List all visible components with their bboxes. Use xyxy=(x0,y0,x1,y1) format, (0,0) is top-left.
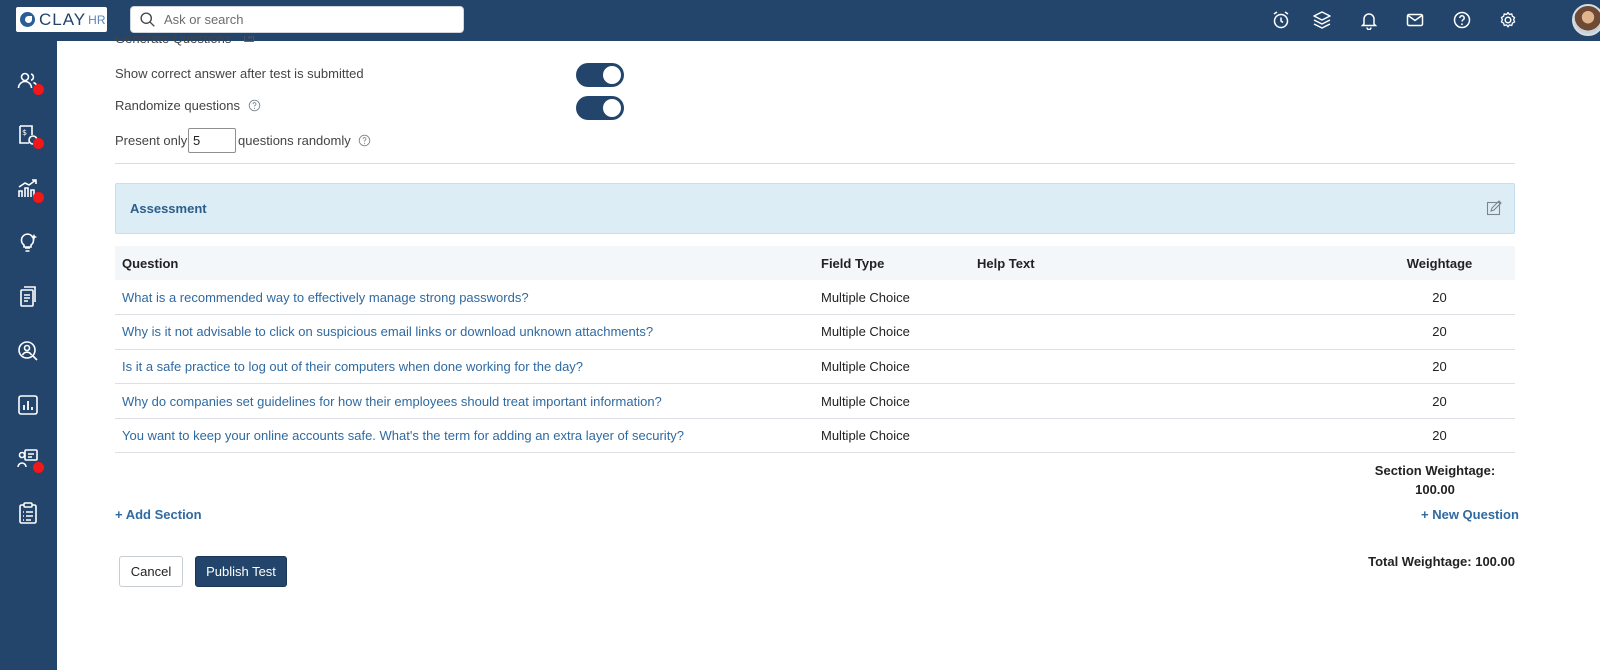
clayhr-logo[interactable]: CLAY HR xyxy=(16,7,107,32)
svg-text:$: $ xyxy=(22,128,27,137)
bell-icon[interactable] xyxy=(1357,8,1381,32)
questions-table: Question Field Type Help Text Weightage … xyxy=(115,246,1515,454)
logo-mark-icon xyxy=(20,12,35,27)
logo-text: CLAY xyxy=(39,9,87,29)
weightage-cell: 20 xyxy=(1364,418,1515,454)
top-bar: CLAY HR xyxy=(0,0,1600,41)
edit-icon[interactable] xyxy=(1486,200,1502,216)
show-correct-answer-toggle[interactable] xyxy=(576,63,624,87)
help-text-cell xyxy=(970,383,1364,419)
section-weightage-label: Section Weightage: xyxy=(1374,463,1496,478)
clipboard-icon xyxy=(19,502,37,524)
help-circle-icon[interactable] xyxy=(248,99,261,112)
gear-icon[interactable] xyxy=(1496,8,1520,32)
new-question-link[interactable]: + New Question xyxy=(1421,507,1519,522)
lightbulb-icon xyxy=(20,233,37,252)
table-row[interactable]: You want to keep your online accounts sa… xyxy=(115,418,1515,454)
notification-dot xyxy=(33,138,44,149)
show-correct-answer-label: Show correct answer after test is submit… xyxy=(115,66,364,81)
weightage-cell: 20 xyxy=(1364,280,1515,316)
question-cell[interactable]: Why do companies set guidelines for how … xyxy=(115,383,814,419)
column-header-weightage: Weightage xyxy=(1364,246,1515,280)
question-cell[interactable]: What is a recommended way to effectively… xyxy=(115,280,814,316)
weightage-cell: 20 xyxy=(1364,349,1515,385)
help-text-cell xyxy=(970,349,1364,385)
sidebar-item-ideas[interactable] xyxy=(16,231,40,255)
publish-test-button[interactable]: Publish Test xyxy=(195,556,287,587)
user-search-icon xyxy=(18,341,38,361)
search-input[interactable] xyxy=(164,12,444,27)
question-cell[interactable]: You want to keep your online accounts sa… xyxy=(115,418,814,454)
alarm-clock-icon[interactable] xyxy=(1269,8,1293,32)
sidebar-item-tasks[interactable] xyxy=(16,501,40,525)
search-box[interactable] xyxy=(130,6,464,33)
help-text-cell xyxy=(970,314,1364,350)
help-circle-icon[interactable] xyxy=(1450,8,1474,32)
field-type-cell: Multiple Choice xyxy=(814,314,970,350)
randomize-toggle[interactable] xyxy=(576,96,624,120)
sidebar-item-recruiting[interactable] xyxy=(16,339,40,363)
help-text-cell xyxy=(970,280,1364,316)
section-header: Assessment xyxy=(115,183,1515,234)
divider xyxy=(115,163,1515,164)
section-weightage: Section Weightage: 100.00 xyxy=(1370,461,1500,499)
present-only-prefix: Present only xyxy=(115,133,188,148)
search-icon xyxy=(140,12,155,27)
weightage-cell: 20 xyxy=(1364,314,1515,350)
question-cell[interactable]: Why is it not advisable to click on susp… xyxy=(115,314,814,350)
sidebar-item-payroll[interactable]: $ xyxy=(16,123,44,149)
sidebar-item-reports[interactable] xyxy=(16,393,40,417)
sidebar-item-learning[interactable] xyxy=(16,447,44,473)
table-row[interactable]: Is it a safe practice to log out of thei… xyxy=(115,349,1515,385)
present-only-suffix-row: questions randomly xyxy=(238,133,371,148)
question-cell[interactable]: Is it a safe practice to log out of thei… xyxy=(115,349,814,385)
total-weightage: Total Weightage: 100.00 xyxy=(1368,554,1515,569)
sidebar: $ xyxy=(0,41,57,670)
column-header-question: Question xyxy=(115,246,814,280)
sidebar-item-documents[interactable] xyxy=(16,285,40,309)
field-type-cell: Multiple Choice xyxy=(814,280,970,316)
bar-chart-icon xyxy=(18,395,38,415)
present-only-suffix: questions randomly xyxy=(238,133,351,148)
sidebar-item-people[interactable] xyxy=(16,69,44,95)
generate-questions-row: Generate Questions xyxy=(115,36,256,49)
field-type-cell: Multiple Choice xyxy=(814,349,970,385)
column-header-field-type: Field Type xyxy=(814,246,970,280)
random-count-input[interactable] xyxy=(188,128,236,153)
notification-dot xyxy=(33,192,44,203)
column-header-help-text: Help Text xyxy=(970,246,1364,280)
cancel-button[interactable]: Cancel xyxy=(119,556,183,587)
layers-icon[interactable] xyxy=(1310,8,1334,32)
notification-dot xyxy=(33,84,44,95)
notification-dot xyxy=(33,462,44,473)
help-circle-icon[interactable] xyxy=(358,134,371,147)
table-row[interactable]: Why is it not advisable to click on susp… xyxy=(115,314,1515,350)
add-section-link[interactable]: + Add Section xyxy=(115,507,202,522)
avatar[interactable] xyxy=(1572,4,1600,36)
help-text-cell xyxy=(970,418,1364,454)
mail-icon[interactable] xyxy=(1403,8,1427,32)
table-row[interactable]: What is a recommended way to effectively… xyxy=(115,280,1515,316)
section-title: Assessment xyxy=(130,201,207,216)
weightage-cell: 20 xyxy=(1364,383,1515,419)
field-type-cell: Multiple Choice xyxy=(814,383,970,419)
logo-suffix: HR xyxy=(88,12,106,27)
section-weightage-value: 100.00 xyxy=(1415,482,1455,497)
documents-icon xyxy=(20,286,36,307)
randomize-row: Randomize questions xyxy=(115,98,261,113)
randomize-label: Randomize questions xyxy=(115,98,241,113)
table-row[interactable]: Why do companies set guidelines for how … xyxy=(115,383,1515,419)
table-header-row: Question Field Type Help Text Weightage xyxy=(115,246,1515,280)
edit-icon[interactable] xyxy=(243,36,256,43)
generate-questions-label: Generate Questions xyxy=(115,36,232,46)
field-type-cell: Multiple Choice xyxy=(814,418,970,454)
sidebar-item-performance[interactable] xyxy=(16,177,44,203)
